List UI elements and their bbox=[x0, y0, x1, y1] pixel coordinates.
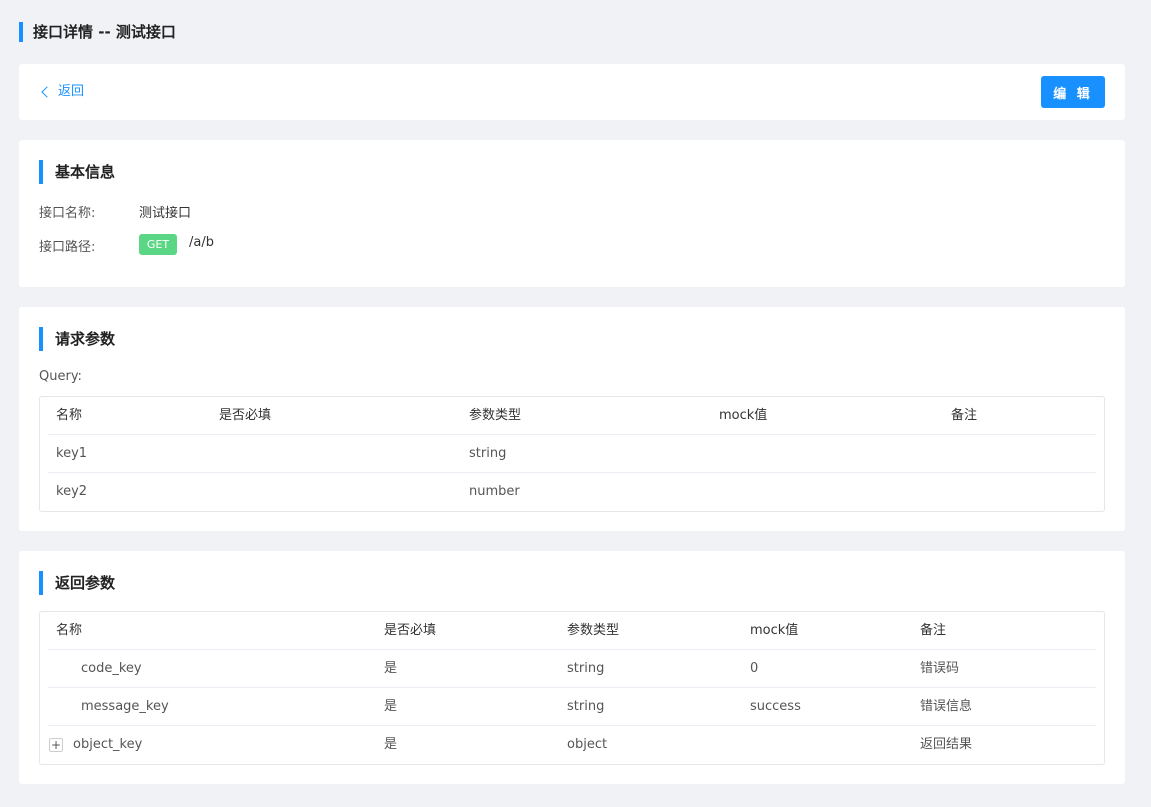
back-label: 返回 bbox=[58, 84, 85, 99]
response-table: 名称 是否必填 参数类型 mock值 备注 code_key 是 string … bbox=[39, 611, 1105, 765]
column-header-required: 是否必填 bbox=[384, 623, 437, 638]
name-label: 接口名称: bbox=[39, 206, 96, 221]
param-note: 错误信息 bbox=[920, 699, 973, 714]
response-params-title: 返回参数 bbox=[39, 571, 115, 595]
param-mock: success bbox=[750, 699, 801, 714]
column-header-type: 参数类型 bbox=[567, 623, 620, 638]
table-row: key1 string bbox=[48, 435, 1096, 473]
query-table: 名称 是否必填 参数类型 mock值 备注 key1 string key2 n… bbox=[39, 396, 1105, 512]
column-header-name: 名称 bbox=[56, 408, 83, 423]
param-name: key2 bbox=[56, 484, 88, 499]
basic-info-title: 基本信息 bbox=[39, 160, 115, 184]
method-badge: GET bbox=[139, 234, 177, 255]
table-header-row: 名称 是否必填 参数类型 mock值 备注 bbox=[48, 397, 1096, 435]
column-header-name: 名称 bbox=[56, 623, 83, 638]
request-params-title: 请求参数 bbox=[39, 327, 115, 351]
chevron-left-icon bbox=[41, 86, 53, 98]
path-value: /a/b bbox=[189, 235, 214, 250]
param-note: 返回结果 bbox=[920, 737, 973, 752]
param-required: 是 bbox=[384, 699, 398, 714]
table-row: message_key 是 string success 错误信息 bbox=[48, 688, 1096, 726]
column-header-required: 是否必填 bbox=[219, 408, 272, 423]
edit-button[interactable]: 编 辑 bbox=[1041, 76, 1105, 108]
request-params-card: 请求参数 Query: 名称 是否必填 参数类型 mock值 备注 key1 s… bbox=[19, 307, 1125, 531]
column-header-mock: mock值 bbox=[750, 623, 799, 638]
table-header-row: 名称 是否必填 参数类型 mock值 备注 bbox=[48, 612, 1096, 650]
param-required: 是 bbox=[384, 661, 398, 676]
basic-info-card: 基本信息 接口名称: 测试接口 接口路径: GET /a/b bbox=[19, 140, 1125, 287]
param-mock: 0 bbox=[750, 661, 759, 676]
toolbar-card: 返回 编 辑 bbox=[19, 64, 1125, 120]
query-label: Query: bbox=[39, 369, 82, 384]
column-header-note: 备注 bbox=[951, 408, 978, 423]
param-type: string bbox=[469, 446, 507, 461]
param-note: 错误码 bbox=[920, 661, 960, 676]
param-name: code_key bbox=[81, 661, 142, 676]
back-link[interactable]: 返回 bbox=[40, 83, 84, 101]
column-header-type: 参数类型 bbox=[469, 408, 522, 423]
response-params-card: 返回参数 名称 是否必填 参数类型 mock值 备注 code_key 是 st… bbox=[19, 551, 1125, 784]
param-name: object_key bbox=[73, 737, 143, 752]
param-name: message_key bbox=[81, 699, 169, 714]
column-header-mock: mock值 bbox=[719, 408, 768, 423]
name-value: 测试接口 bbox=[139, 206, 192, 221]
param-name: key1 bbox=[56, 446, 88, 461]
param-type: object bbox=[567, 737, 608, 752]
path-label: 接口路径: bbox=[39, 240, 96, 255]
table-row: key2 number bbox=[48, 473, 1096, 511]
page-title: 接口详情 -- 测试接口 bbox=[19, 22, 176, 42]
expand-row-button[interactable]: + bbox=[49, 738, 63, 752]
param-required: 是 bbox=[384, 737, 398, 752]
column-header-note: 备注 bbox=[920, 623, 947, 638]
table-row: code_key 是 string 0 错误码 bbox=[48, 650, 1096, 688]
table-row: + object_key 是 object 返回结果 bbox=[48, 726, 1096, 764]
param-type: string bbox=[567, 661, 605, 676]
param-type: number bbox=[469, 484, 520, 499]
param-type: string bbox=[567, 699, 605, 714]
